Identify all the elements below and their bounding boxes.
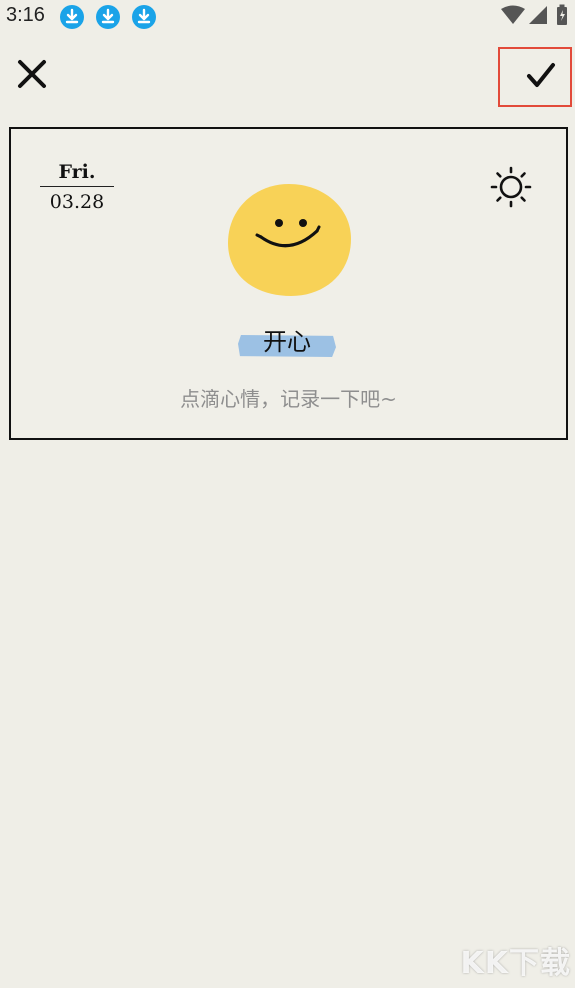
close-button[interactable] [12, 54, 52, 94]
confirm-button[interactable] [498, 47, 572, 107]
sun-icon [490, 166, 532, 208]
status-indicators [501, 4, 567, 25]
close-icon [18, 60, 46, 88]
mood-entry-card: Fri. 03.28 开心 点滴心情，记录一下吧~ [9, 127, 568, 440]
wifi-icon [501, 5, 525, 24]
battery-charging-icon [557, 4, 567, 25]
download-icon [132, 5, 156, 29]
watermark: KK下载 [460, 946, 571, 981]
download-icon [60, 5, 84, 29]
download-icon [96, 5, 120, 29]
weekday-label: Fri. [40, 160, 114, 187]
checkmark-icon [527, 63, 555, 87]
mood-selector[interactable] [223, 181, 355, 299]
smiley-face-icon [228, 184, 351, 296]
date-block: Fri. 03.28 [40, 160, 114, 214]
status-bar: 3:16 [0, 0, 575, 34]
mood-label-tag: 开心 [238, 327, 336, 361]
date-label: 03.28 [49, 191, 105, 213]
note-input[interactable]: 点滴心情，记录一下吧~ [11, 383, 566, 412]
mood-label: 开心 [263, 328, 311, 356]
status-time: 3:16 [6, 4, 45, 26]
signal-icon [529, 6, 547, 24]
weather-selector[interactable] [489, 165, 533, 209]
